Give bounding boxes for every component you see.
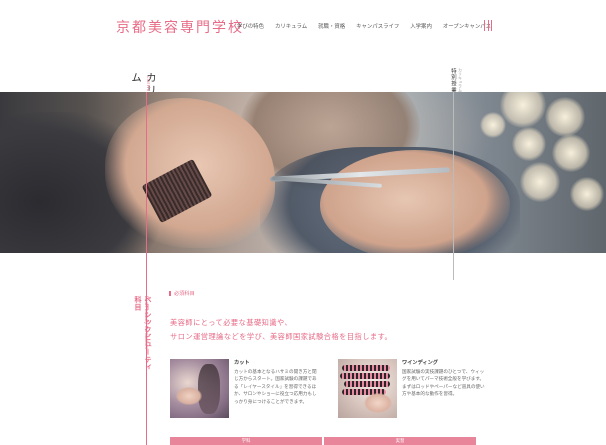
card-desc: カットの基本となるハサミの開き方と閉じ方からスタート。国家試験の課題である「レイ… bbox=[234, 370, 317, 405]
section-label-text: 必須科目 bbox=[174, 291, 195, 297]
winding-photo bbox=[338, 359, 397, 418]
course-title: ベーシックビューティ科目 Basic beauty curriculum bbox=[133, 296, 153, 376]
global-nav: 学びの特色 カリキュラム 就職・資格 キャンパスライフ 入学案内 オープンキャン… bbox=[237, 22, 502, 30]
practice-button-label: 実習 bbox=[395, 439, 405, 444]
cut-photo bbox=[170, 359, 229, 418]
cut-photo-hand bbox=[176, 387, 202, 405]
hero-bokeh-light bbox=[545, 97, 585, 137]
nav-item-campus-life[interactable]: キャンパスライフ bbox=[356, 22, 399, 30]
hero-bokeh-light bbox=[570, 177, 604, 211]
section-lead-line: サロン運営理論などを学び、美容師国家試験合格を目指します。 bbox=[170, 331, 393, 341]
cut-photo-hair bbox=[198, 364, 220, 414]
card-name: ワインディング bbox=[402, 360, 438, 366]
winding-photo-rod bbox=[342, 365, 390, 371]
card-text: ワインディング 国家試験の実技課題のひとつで、ウィッグを用いてパーマ技術全般を学… bbox=[402, 359, 486, 399]
menu-icon[interactable] bbox=[484, 20, 492, 31]
hero-bokeh-light bbox=[552, 134, 590, 172]
practice-button[interactable]: 実習 bbox=[324, 437, 476, 445]
menu-icon-bar bbox=[487, 20, 489, 31]
side-tab-sub: カリキュラム bbox=[458, 68, 463, 92]
winding-photo-rod bbox=[340, 373, 390, 379]
course-card-cut: カット カットの基本となるハサミの開き方と閉じ方からスタート。国家試験の課題であ… bbox=[170, 359, 318, 419]
nav-item-features[interactable]: 学びの特色 bbox=[237, 22, 264, 30]
section-label: 必須科目 bbox=[169, 290, 195, 297]
hero-bokeh-light bbox=[520, 162, 560, 202]
section-lead-line: 美容師にとって必要な基礎知識や、 bbox=[170, 318, 293, 327]
nav-item-admission[interactable]: 入学案内 bbox=[410, 22, 432, 30]
site-logo[interactable]: 京都美容専門学校 bbox=[116, 17, 244, 37]
winding-photo-rod bbox=[344, 381, 390, 387]
lecture-button[interactable]: 学科 bbox=[170, 437, 322, 445]
hero-accent-line bbox=[146, 92, 147, 253]
card-desc: 国家試験の実技課題のひとつで、ウィッグを用いてパーマ技術全般を学びます。まずはロ… bbox=[402, 370, 485, 398]
winding-photo-hand bbox=[364, 393, 392, 413]
hero-bokeh-light bbox=[480, 112, 506, 138]
hero-bokeh-light bbox=[512, 127, 546, 161]
course-title-en: Basic beauty curriculum bbox=[143, 296, 148, 350]
divider-line bbox=[453, 92, 454, 280]
nav-item-career[interactable]: 就職・資格 bbox=[318, 22, 345, 30]
menu-icon-bar bbox=[484, 20, 485, 31]
section-lead: 美容師にとって必要な基礎知識や、 サロン運営理論などを学び、美容師国家試験合格を… bbox=[170, 316, 392, 343]
nav-item-curriculum[interactable]: カリキュラム bbox=[275, 22, 307, 30]
course-card-winding: ワインディング 国家試験の実技課題のひとつで、ウィッグを用いてパーマ技術全般を学… bbox=[338, 359, 486, 419]
hero-image bbox=[0, 92, 606, 253]
side-tab-label: 特別授業 bbox=[450, 68, 456, 94]
hero-hand-right bbox=[320, 150, 510, 253]
card-text: カット カットの基本となるハサミの開き方と閉じ方からスタート。国家試験の課題であ… bbox=[234, 359, 318, 406]
menu-icon-bar bbox=[491, 20, 492, 31]
section-label-mark bbox=[169, 291, 171, 296]
lecture-button-label: 学科 bbox=[241, 439, 251, 444]
card-name: カット bbox=[234, 360, 250, 366]
